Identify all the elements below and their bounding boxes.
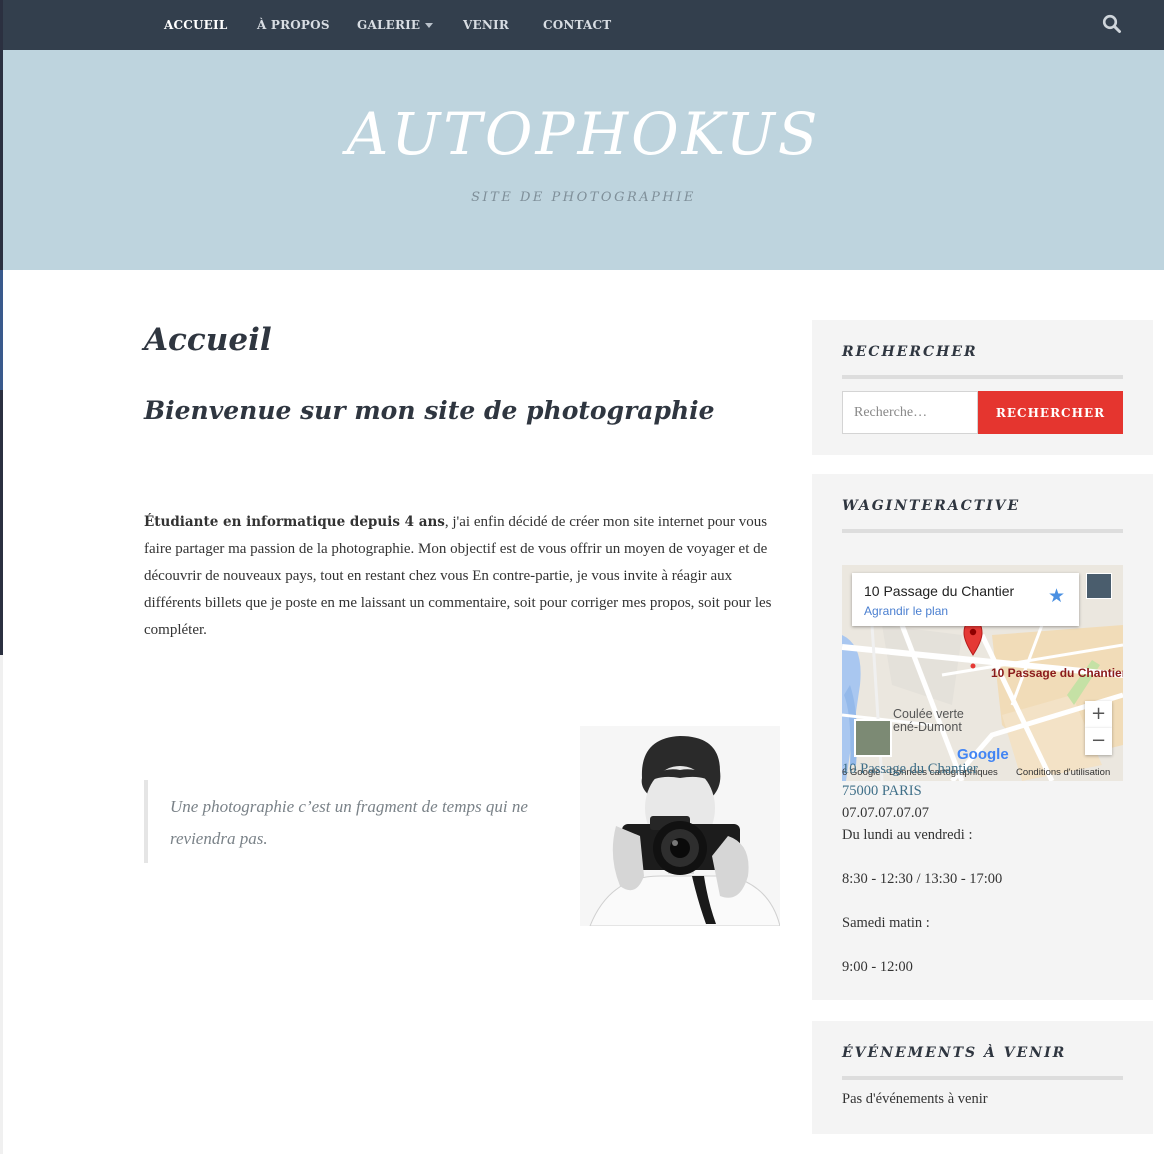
search-widget: RECHERCHER RECHERCHER — [812, 320, 1153, 455]
no-events-text: Pas d'événements à venir — [842, 1091, 988, 1107]
hours-label-weekdays: Du lundi au vendredi : — [842, 827, 973, 843]
contact-widget: WAGINTERACTIVE 10 Passage du Chantier Ag… — [812, 474, 1153, 1000]
map-place-label: Coulée verte ené-Dumont — [893, 708, 964, 734]
location-map[interactable]: 10 Passage du Chantier Agrandir le plan … — [842, 565, 1123, 781]
site-description: SITE DE PHOTOGRAPHIE — [471, 190, 696, 205]
avatar[interactable] — [1086, 573, 1112, 599]
map-terms-link[interactable]: Conditions d'utilisation — [1016, 767, 1110, 778]
window-edge-accent — [0, 270, 3, 390]
events-widget-title: ÉVÉNEMENTS À VENIR — [842, 1045, 1067, 1061]
map-place-line1: Coulée verte — [893, 707, 964, 721]
chevron-down-icon — [425, 23, 434, 28]
address-street[interactable]: 10 Passage du Chantier — [842, 761, 978, 778]
widget-divider — [842, 1076, 1123, 1080]
nav-item-contact[interactable]: CONTACT — [543, 0, 611, 50]
map-info-card: 10 Passage du Chantier Agrandir le plan … — [852, 573, 1079, 626]
widget-divider — [842, 375, 1123, 379]
top-navigation: ACCUEIL À PROPOS GALERIE VENIR CONTACT — [3, 0, 1164, 50]
search-widget-title: RECHERCHER — [842, 344, 978, 360]
search-icon[interactable] — [1102, 14, 1122, 34]
star-icon[interactable]: ★ — [1048, 585, 1065, 607]
phone-number: 07.07.07.07.07 — [842, 805, 929, 821]
address-city[interactable]: 75000 PARIS — [842, 783, 922, 800]
map-pin-label: 10 Passage du Chantier — [991, 666, 1123, 680]
hours-value-saturday: 9:00 - 12:00 — [842, 959, 913, 975]
page-subtitle: Bienvenue sur mon site de photographie — [144, 396, 715, 425]
site-title[interactable]: AUTOPHOKUS — [3, 100, 1164, 168]
page-title: Accueil — [144, 322, 272, 358]
contact-widget-title: WAGINTERACTIVE — [842, 498, 1021, 514]
nav-item-accueil[interactable]: ACCUEIL — [164, 0, 227, 50]
search-input[interactable] — [842, 391, 978, 434]
nav-item-galerie[interactable]: GALERIE — [357, 0, 434, 50]
hours-label-saturday: Samedi matin : — [842, 915, 930, 931]
site-header: AUTOPHOKUS SITE DE PHOTOGRAPHIE — [3, 50, 1164, 270]
photographer-image — [580, 726, 780, 926]
intro-text: , j'ai enfin décidé de créer mon site in… — [144, 514, 772, 638]
nav-item-a-propos[interactable]: À PROPOS — [257, 0, 330, 50]
satellite-toggle[interactable] — [854, 719, 892, 757]
quote-block: Une photographie c’est un fragment de te… — [144, 780, 544, 863]
events-widget: ÉVÉNEMENTS À VENIR Pas d'événements à ve… — [812, 1021, 1153, 1134]
map-card-title: 10 Passage du Chantier — [864, 583, 1015, 599]
enlarge-map-link[interactable]: Agrandir le plan — [864, 604, 948, 618]
zoom-in-button[interactable]: + — [1085, 701, 1112, 728]
map-place-line2: ené-Dumont — [893, 720, 962, 734]
intro-paragraph: Étudiante en informatique depuis 4 ans, … — [144, 509, 784, 644]
widget-divider — [842, 529, 1123, 533]
zoom-out-button[interactable]: − — [1085, 728, 1112, 755]
hours-value-weekdays: 8:30 - 12:30 / 13:30 - 17:00 — [842, 871, 1003, 887]
search-submit-button[interactable]: RECHERCHER — [978, 391, 1123, 434]
nav-item-venir[interactable]: VENIR — [463, 0, 509, 50]
intro-bold: Étudiante en informatique depuis 4 ans — [144, 514, 445, 530]
nav-item-galerie-label: GALERIE — [357, 18, 421, 32]
